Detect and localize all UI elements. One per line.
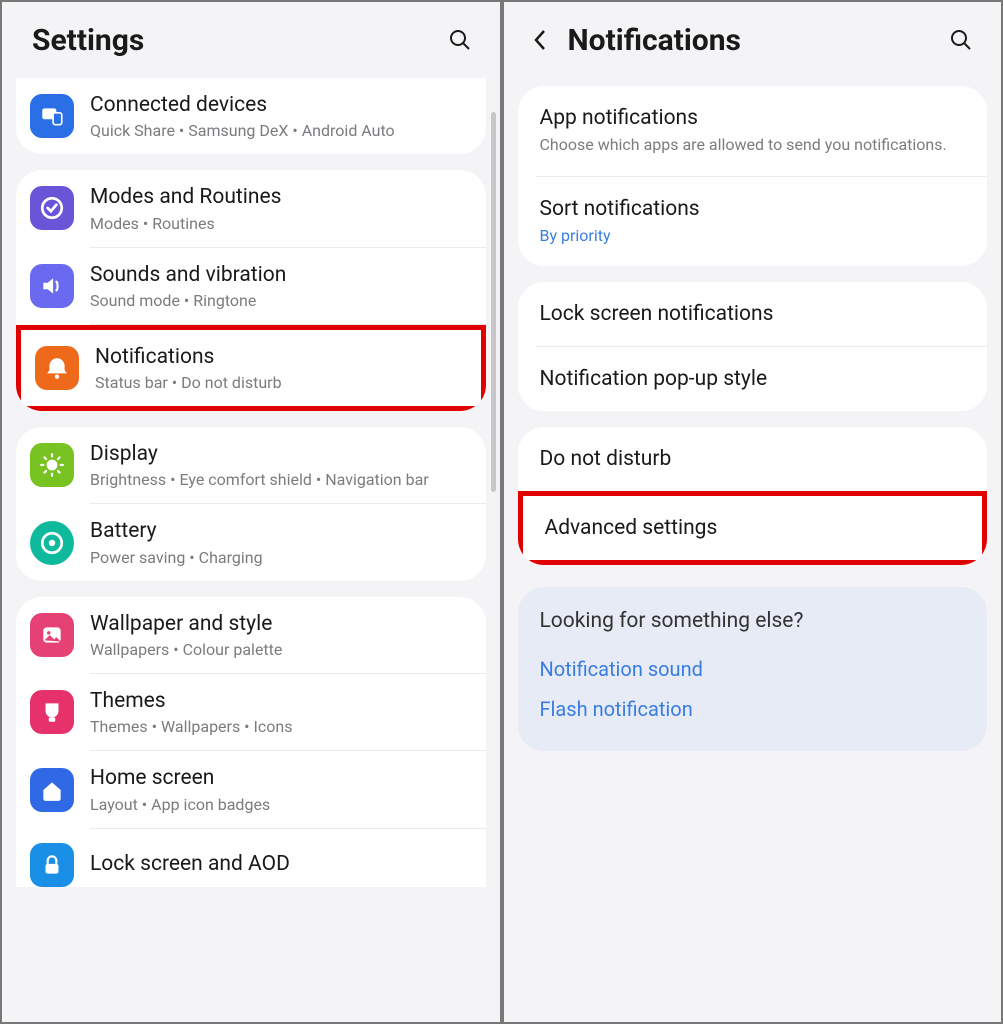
page-title: Notifications: [568, 23, 942, 58]
row-text: Themes Themes • Wallpapers • Icons: [90, 688, 468, 736]
row-text: Wallpaper and style Wallpapers • Colour …: [90, 611, 468, 659]
row-text: Notifications Status bar • Do not distur…: [95, 344, 463, 392]
row-subtitle: Brightness • Eye comfort shield • Naviga…: [90, 470, 468, 489]
row-title: Lock screen and AOD: [90, 851, 468, 878]
row-title: Do not disturb: [540, 447, 966, 471]
row-wallpaper-style[interactable]: Wallpaper and style Wallpapers • Colour …: [16, 597, 486, 673]
notif-group-3: Do not disturb Advanced settings: [518, 427, 988, 565]
row-app-notifications[interactable]: App notifications Choose which apps are …: [518, 86, 988, 176]
row-notifications[interactable]: Notifications Status bar • Do not distur…: [16, 325, 486, 411]
row-sounds-vibration[interactable]: Sounds and vibration Sound mode • Ringto…: [16, 248, 486, 324]
row-title: Themes: [90, 688, 468, 715]
row-display[interactable]: Display Brightness • Eye comfort shield …: [16, 427, 486, 503]
row-title: Wallpaper and style: [90, 611, 468, 638]
row-title: Home screen: [90, 765, 468, 792]
link-flash-notification[interactable]: Flash notification: [540, 689, 966, 729]
settings-group-4: Wallpaper and style Wallpapers • Colour …: [16, 597, 486, 887]
row-subtitle: By priority: [540, 225, 966, 247]
devices-icon: [30, 94, 74, 138]
volume-icon: [30, 264, 74, 308]
row-sort-notifications[interactable]: Sort notifications By priority: [518, 177, 988, 267]
row-modes-routines[interactable]: Modes and Routines Modes • Routines: [16, 170, 486, 246]
hint-title: Looking for something else?: [540, 609, 966, 633]
row-advanced-settings[interactable]: Advanced settings: [518, 491, 988, 565]
check-circle-icon: [30, 186, 74, 230]
row-subtitle: Choose which apps are allowed to send yo…: [540, 134, 966, 156]
row-title: Sounds and vibration: [90, 262, 468, 289]
lock-icon: [30, 843, 74, 887]
row-subtitle: Layout • App icon badges: [90, 795, 468, 814]
row-text: Sounds and vibration Sound mode • Ringto…: [90, 262, 468, 310]
row-subtitle: Sound mode • Ringtone: [90, 291, 468, 310]
row-subtitle: Status bar • Do not disturb: [95, 373, 463, 392]
row-subtitle: Modes • Routines: [90, 214, 468, 233]
row-title: Sort notifications: [540, 197, 966, 221]
image-icon: [30, 613, 74, 657]
theme-icon: [30, 690, 74, 734]
home-icon: [30, 768, 74, 812]
row-themes[interactable]: Themes Themes • Wallpapers • Icons: [16, 674, 486, 750]
row-subtitle: Quick Share • Samsung DeX • Android Auto: [90, 121, 468, 140]
settings-pane: Settings Connected devices Quick Share •…: [0, 0, 502, 1024]
row-title: Advanced settings: [545, 516, 961, 540]
search-button[interactable]: [440, 20, 480, 60]
link-notification-sound[interactable]: Notification sound: [540, 649, 966, 689]
page-title: Settings: [32, 23, 440, 58]
row-do-not-disturb[interactable]: Do not disturb: [518, 427, 988, 491]
row-text: Battery Power saving • Charging: [90, 518, 468, 566]
battery-icon: [30, 521, 74, 565]
row-title: Connected devices: [90, 92, 468, 119]
notifications-pane: Notifications App notifications Choose w…: [502, 0, 1003, 1024]
row-title: Display: [90, 441, 468, 468]
settings-group-3: Display Brightness • Eye comfort shield …: [16, 427, 486, 581]
row-text: Home screen Layout • App icon badges: [90, 765, 468, 813]
settings-group-2: Modes and Routines Modes • Routines Soun…: [16, 170, 486, 411]
row-subtitle: Themes • Wallpapers • Icons: [90, 717, 468, 736]
looking-for-box: Looking for something else? Notification…: [518, 587, 988, 751]
chevron-left-icon: [533, 29, 547, 51]
row-title: App notifications: [540, 106, 966, 130]
row-text: Modes and Routines Modes • Routines: [90, 184, 468, 232]
notif-group-2: Lock screen notifications Notification p…: [518, 282, 988, 411]
row-title: Notification pop-up style: [540, 367, 966, 391]
row-title: Notifications: [95, 344, 463, 371]
row-text: Display Brightness • Eye comfort shield …: [90, 441, 468, 489]
row-subtitle: Power saving • Charging: [90, 548, 468, 567]
notif-group-1: App notifications Choose which apps are …: [518, 86, 988, 266]
row-text: Connected devices Quick Share • Samsung …: [90, 92, 468, 140]
row-lock-screen-notifications[interactable]: Lock screen notifications: [518, 282, 988, 346]
scrollbar[interactable]: [491, 112, 496, 492]
row-notification-popup-style[interactable]: Notification pop-up style: [518, 347, 988, 411]
row-title: Lock screen notifications: [540, 302, 966, 326]
row-lock-screen[interactable]: Lock screen and AOD: [16, 829, 486, 887]
search-button[interactable]: [941, 20, 981, 60]
settings-group-1: Connected devices Quick Share • Samsung …: [16, 78, 486, 154]
row-title: Battery: [90, 518, 468, 545]
row-title: Modes and Routines: [90, 184, 468, 211]
row-text: Lock screen and AOD: [90, 851, 468, 878]
row-battery[interactable]: Battery Power saving • Charging: [16, 504, 486, 580]
settings-header: Settings: [2, 2, 500, 78]
row-subtitle: Wallpapers • Colour palette: [90, 640, 468, 659]
brightness-icon: [30, 443, 74, 487]
search-icon: [949, 28, 973, 52]
back-button[interactable]: [522, 22, 558, 58]
notifications-header: Notifications: [504, 2, 1002, 78]
bell-icon: [35, 346, 79, 390]
row-connected-devices[interactable]: Connected devices Quick Share • Samsung …: [16, 78, 486, 154]
row-home-screen[interactable]: Home screen Layout • App icon badges: [16, 751, 486, 827]
search-icon: [448, 28, 472, 52]
